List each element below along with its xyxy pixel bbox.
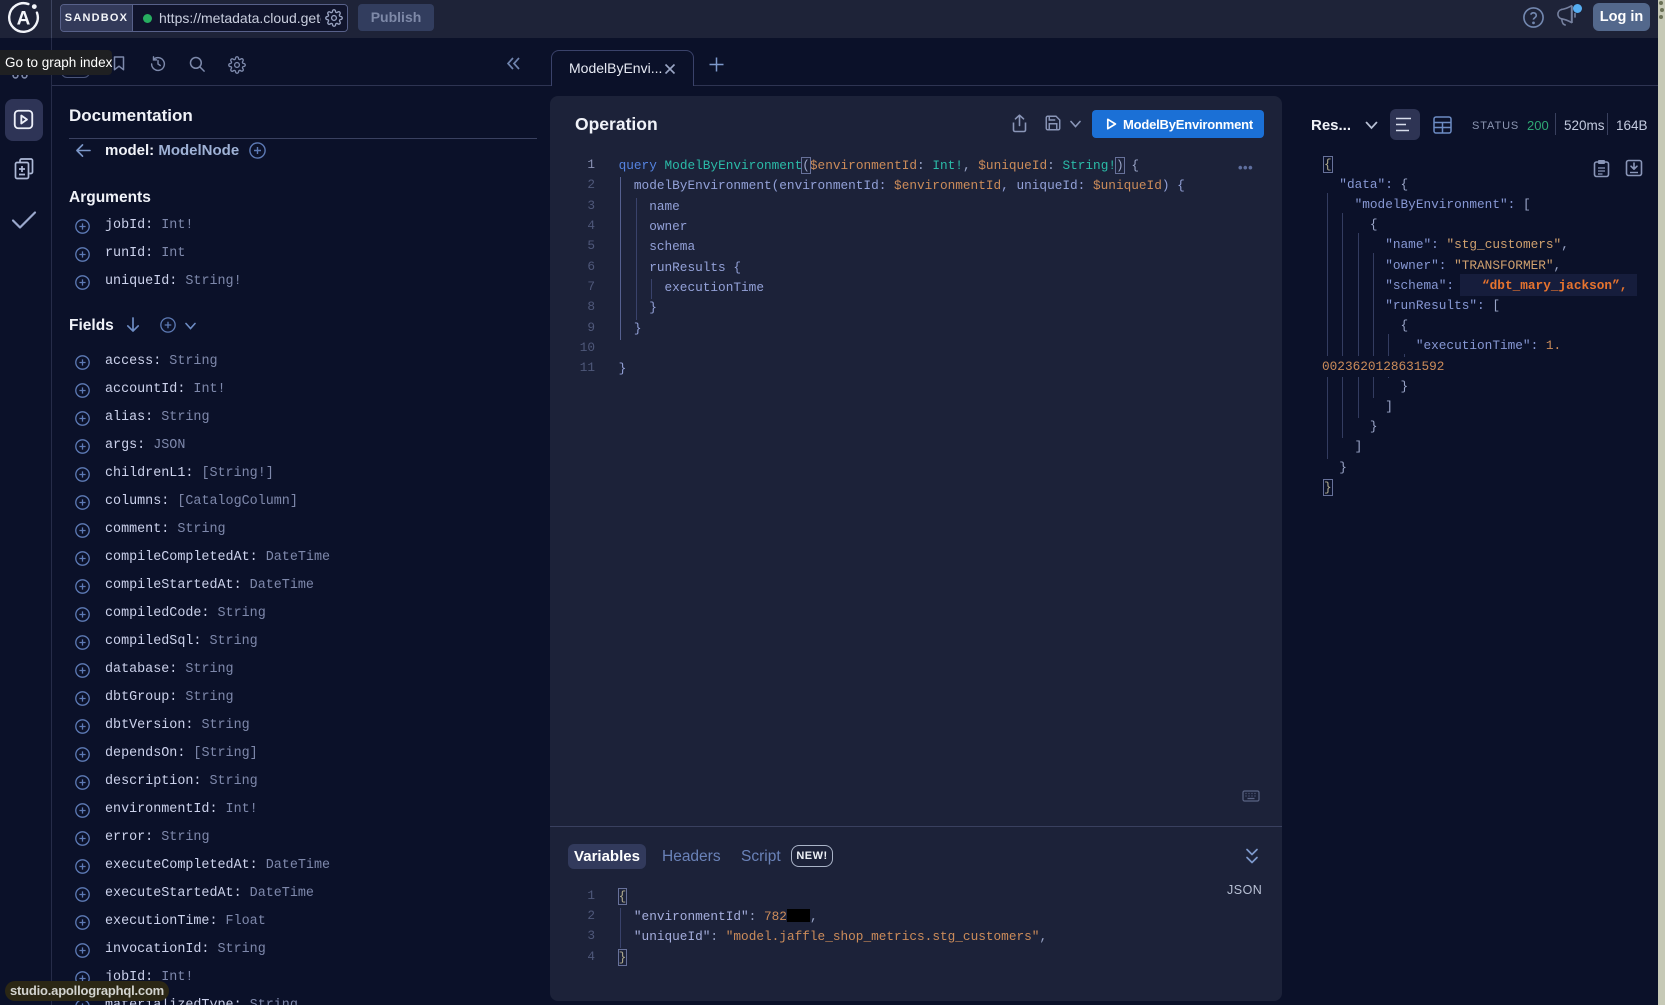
svg-text:A: A [17,9,31,30]
